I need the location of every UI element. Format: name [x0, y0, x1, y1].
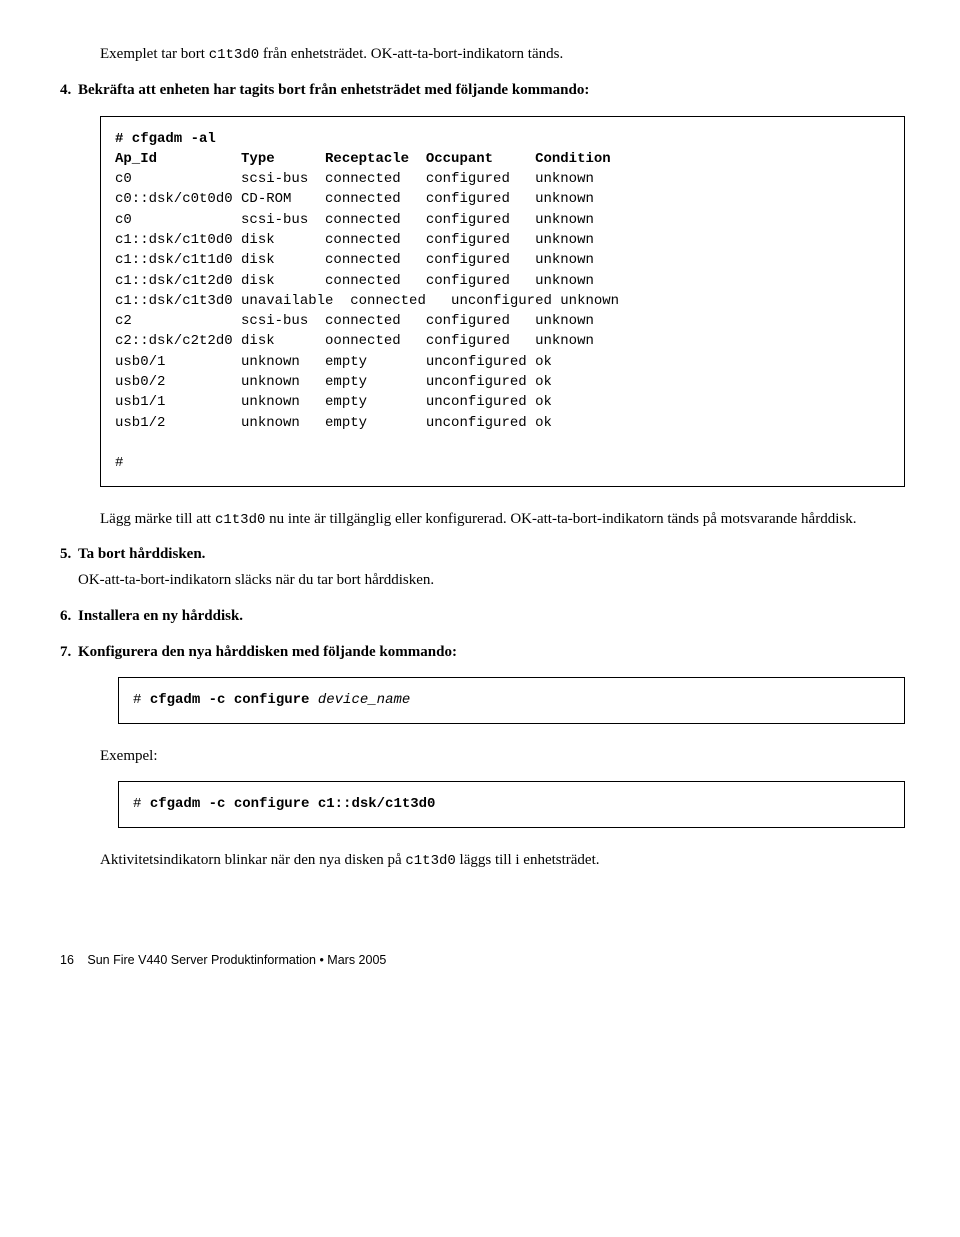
note-code: c1t3d0 [215, 512, 265, 528]
step-5: 5. Ta bort hårddisken. [60, 544, 905, 566]
final-code: c1t3d0 [405, 853, 455, 869]
box1-cmd: # cfgadm -al [115, 131, 216, 147]
intro-text-before: Exemplet tar bort [100, 46, 209, 62]
box2-arg: device_name [309, 692, 410, 708]
box1-header: Ap_Id Type Receptacle Occupant Condition [115, 151, 611, 167]
final-before: Aktivitetsindikatorn blinkar när den nya… [100, 852, 405, 868]
step-6-title: Installera en ny hårddisk. [78, 606, 243, 628]
box1-row: usb0/1 unknown empty unconfigured ok [115, 354, 552, 370]
intro-code: c1t3d0 [209, 47, 259, 63]
step-5-title: Ta bort hårddisken. [78, 544, 205, 566]
box1-row: c1::dsk/c1t0d0 disk connected configured… [115, 232, 594, 248]
step-4-number: 4. [60, 80, 78, 102]
intro-paragraph: Exemplet tar bort c1t3d0 från enhetsträd… [100, 44, 905, 66]
box2-cmd: cfgadm -c configure [150, 692, 310, 708]
final-after: läggs till i enhetsträdet. [456, 852, 600, 868]
box1-row: c1::dsk/c1t1d0 disk connected configured… [115, 252, 594, 268]
step-5-number: 5. [60, 544, 78, 566]
footer-text: Sun Fire V440 Server Produktinformation … [87, 953, 386, 967]
step-4-title: Bekräfta att enheten har tagits bort frå… [78, 80, 589, 102]
page-number: 16 [60, 951, 74, 969]
step-6-number: 6. [60, 606, 78, 628]
page-footer: 16 Sun Fire V440 Server Produktinformati… [60, 951, 905, 969]
step-7: 7. Konfigurera den nya hårddisken med fö… [60, 642, 905, 664]
box1-row: c0 scsi-bus connected configured unknown [115, 171, 594, 187]
box1-row: c2::dsk/c2t2d0 disk oonnected configured… [115, 333, 594, 349]
box1-row: c2 scsi-bus connected configured unknown [115, 313, 594, 329]
note-before: Lägg märke till att [100, 511, 215, 527]
box3-cmd: cfgadm -c configure c1::dsk/c1t3d0 [150, 796, 436, 812]
box1-row: c1::dsk/c1t3d0 unavailable connected unc… [115, 293, 619, 309]
note-paragraph: Lägg märke till att c1t3d0 nu inte är ti… [100, 509, 905, 531]
terminal-output-box-1: # cfgadm -al Ap_Id Type Receptacle Occup… [100, 116, 905, 487]
step-7-number: 7. [60, 642, 78, 664]
box1-row: usb1/2 unknown empty unconfigured ok [115, 415, 552, 431]
final-paragraph: Aktivitetsindikatorn blinkar när den nya… [100, 850, 905, 872]
step-4: 4. Bekräfta att enheten har tagits bort … [60, 80, 905, 102]
terminal-command-box-2: # cfgadm -c configure device_name [118, 677, 905, 723]
step-6: 6. Installera en ny hårddisk. [60, 606, 905, 628]
intro-text-after: från enhetsträdet. OK-att-ta-bort-indika… [259, 46, 563, 62]
box1-row: usb0/2 unknown empty unconfigured ok [115, 374, 552, 390]
step-5-sub: OK-att-ta-bort-indikatorn släcks när du … [78, 570, 905, 592]
box1-row: usb1/1 unknown empty unconfigured ok [115, 394, 552, 410]
box1-row: c0::dsk/c0t0d0 CD-ROM connected configur… [115, 191, 594, 207]
note-after: nu inte är tillgänglig eller konfigurera… [265, 511, 856, 527]
box1-tail: # [115, 455, 123, 471]
box2-prefix: # [133, 692, 150, 708]
step-7-title: Konfigurera den nya hårddisken med följa… [78, 642, 457, 664]
exempel-label: Exempel: [100, 746, 905, 768]
box1-row: c1::dsk/c1t2d0 disk connected configured… [115, 273, 594, 289]
box3-prefix: # [133, 796, 150, 812]
terminal-command-box-3: # cfgadm -c configure c1::dsk/c1t3d0 [118, 781, 905, 827]
box1-row: c0 scsi-bus connected configured unknown [115, 212, 594, 228]
